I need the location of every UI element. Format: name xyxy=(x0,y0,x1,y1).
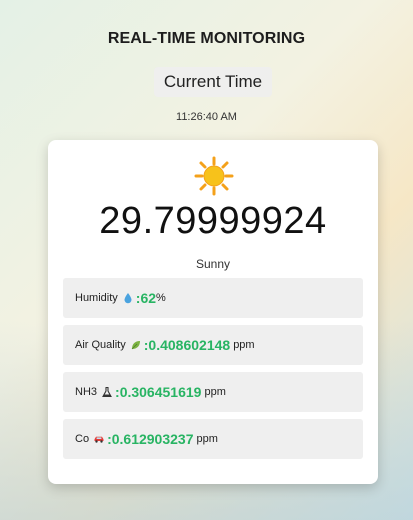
nh3-row: NH3 : 0.306451619 ppm xyxy=(63,372,363,412)
temperature-value: 29.79999924 xyxy=(99,200,327,242)
weather-condition: Sunny xyxy=(195,257,231,271)
car-icon xyxy=(94,436,104,443)
water-drop-icon xyxy=(124,293,132,304)
sun-icon xyxy=(194,156,234,196)
humidity-row: Humidity : 62 % xyxy=(63,278,363,318)
air-quality-label: Air Quality xyxy=(75,339,126,351)
air-quality-row: Air Quality : 0.408602148 ppm xyxy=(63,325,363,365)
humidity-unit: % xyxy=(156,292,166,304)
leaf-icon xyxy=(131,341,140,350)
flask-icon xyxy=(102,386,112,398)
air-quality-unit: ppm xyxy=(233,339,255,351)
humidity-value: 62 xyxy=(140,290,157,306)
page-title: REAL-TIME MONITORING xyxy=(107,30,306,47)
nh3-label: NH3 xyxy=(75,386,98,398)
co-unit: ppm xyxy=(196,433,218,445)
nh3-value: 0.306451619 xyxy=(119,384,202,400)
nh3-unit: ppm xyxy=(204,386,226,398)
humidity-label: Humidity xyxy=(75,292,118,304)
air-quality-value: 0.408602148 xyxy=(148,337,231,353)
co-value: 0.612903237 xyxy=(111,431,194,447)
current-time-value: 11:26:40 AM xyxy=(176,111,237,123)
co-row: Co : 0.612903237 ppm xyxy=(63,419,363,459)
current-time-label: Current Time xyxy=(154,67,272,97)
weather-card: 29.79999924 Sunny Humidity : 62 % Air Qu… xyxy=(48,140,378,484)
co-label: Co xyxy=(75,433,90,445)
